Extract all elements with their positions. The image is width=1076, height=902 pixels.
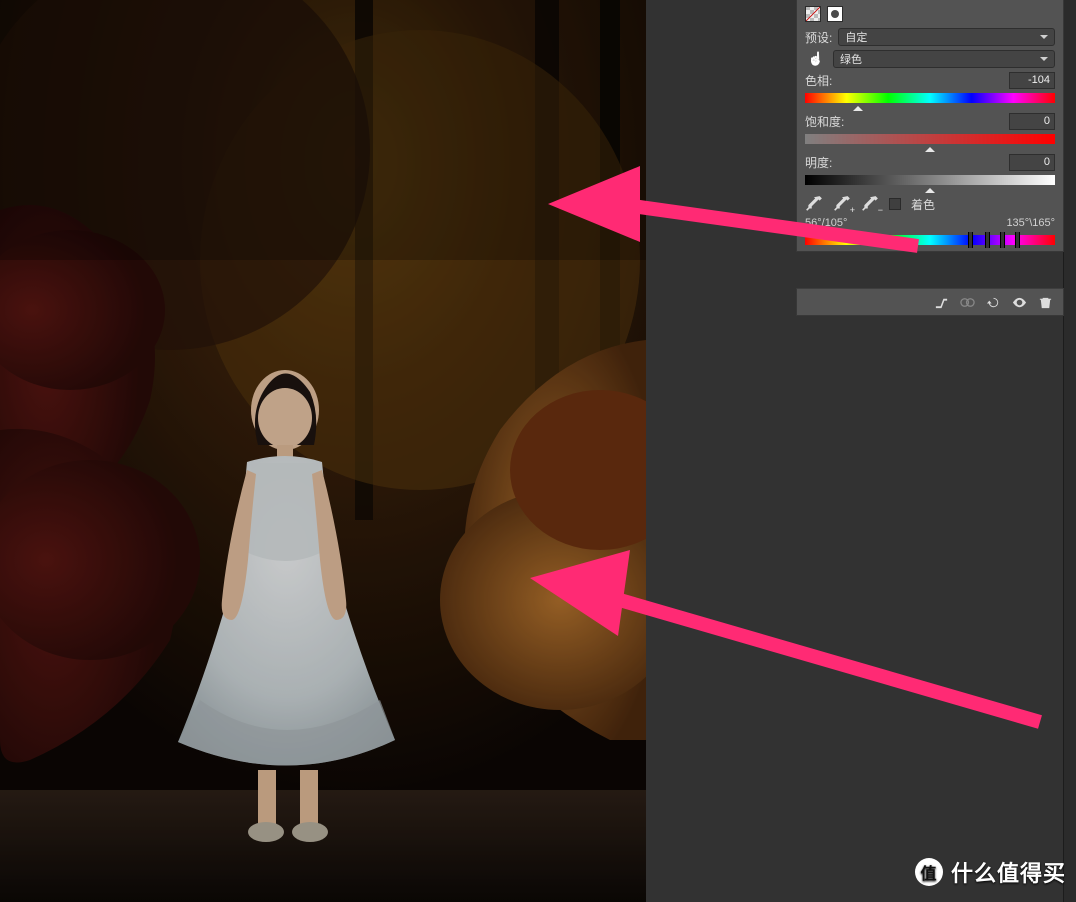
view-previous-icon[interactable]: [959, 294, 975, 310]
saturation-thumb[interactable]: [925, 142, 935, 152]
colorize-label: 着色: [911, 196, 935, 213]
colorize-checkbox[interactable]: [889, 198, 901, 210]
visibility-icon[interactable]: [1011, 294, 1027, 310]
photo-canvas[interactable]: [0, 0, 646, 902]
lightness-label: 明度:: [805, 154, 832, 171]
hue-slider[interactable]: [805, 93, 1055, 103]
watermark: 值 什么值得买: [915, 856, 1066, 888]
preset-select[interactable]: 自定: [838, 28, 1055, 46]
panel-footer: [796, 288, 1064, 316]
eyedropper-sub-icon[interactable]: −: [861, 195, 879, 213]
eyedropper-add-icon[interactable]: +: [833, 195, 851, 213]
range-right-readout: 135°\165°: [1006, 217, 1055, 229]
layer-mask-icon: [827, 6, 843, 22]
watermark-badge: 值: [915, 858, 943, 886]
lightness-value[interactable]: 0: [1009, 154, 1055, 171]
targeted-adjust-icon[interactable]: ☝️: [805, 50, 827, 68]
lightness-slider[interactable]: [805, 175, 1055, 185]
hue-sat-panel: 预设: 自定 ☝️ 绿色 色相: -104 饱和度: 0 明度:: [796, 0, 1064, 252]
channel-select[interactable]: 绿色: [833, 50, 1055, 68]
adjustment-icon: [805, 6, 821, 22]
hue-thumb[interactable]: [853, 101, 863, 111]
eyedropper-icon[interactable]: [805, 195, 823, 213]
saturation-value[interactable]: 0: [1009, 113, 1055, 130]
color-range-slider[interactable]: [805, 231, 1055, 247]
hue-label: 色相:: [805, 72, 832, 89]
saturation-slider[interactable]: [805, 134, 1055, 144]
channel-value: 绿色: [840, 51, 862, 67]
saturation-label: 饱和度:: [805, 113, 844, 130]
preset-value: 自定: [845, 29, 867, 45]
watermark-text: 什么值得买: [951, 856, 1066, 888]
trash-icon[interactable]: [1037, 294, 1053, 310]
hue-value[interactable]: -104: [1009, 72, 1055, 89]
preset-label: 预设:: [805, 29, 832, 46]
reset-icon[interactable]: [985, 294, 1001, 310]
lightness-thumb[interactable]: [925, 183, 935, 193]
range-left-readout: 56°/105°: [805, 217, 847, 229]
clip-mask-icon[interactable]: [933, 294, 949, 310]
